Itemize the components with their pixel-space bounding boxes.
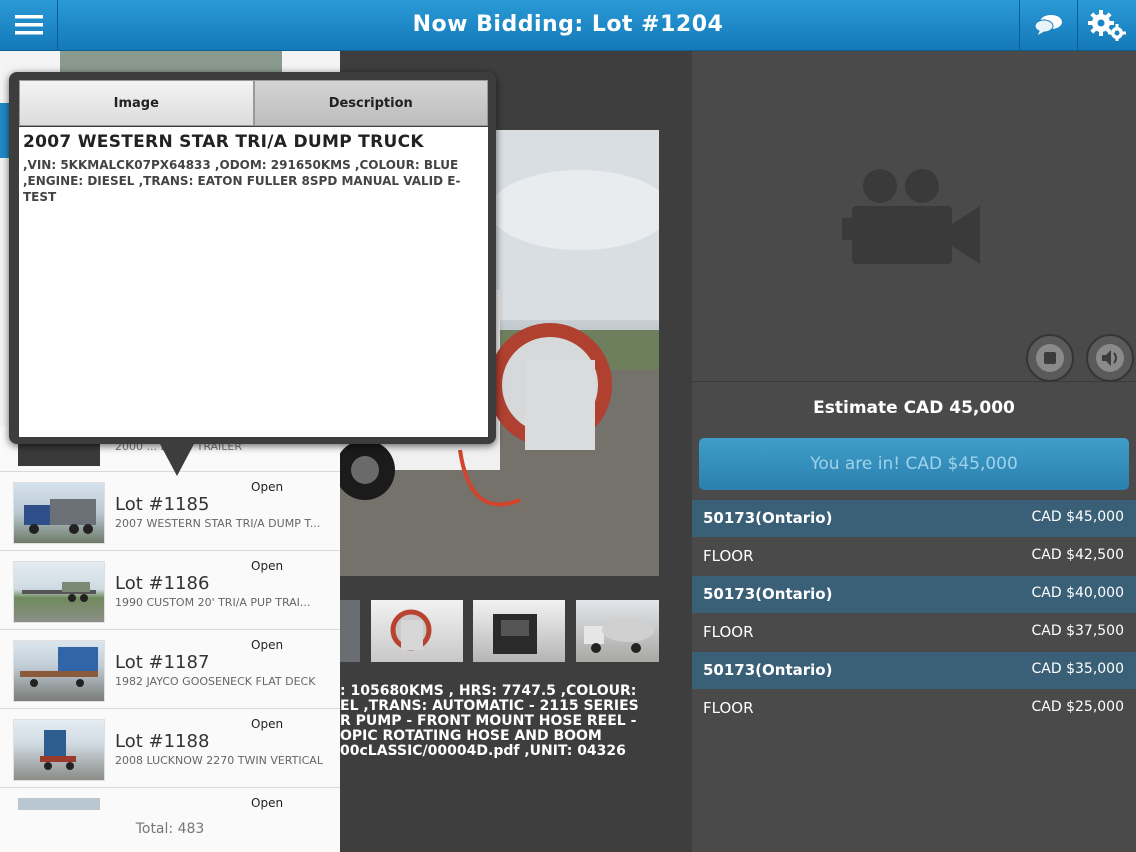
- photo-thumbnail[interactable]: [371, 600, 463, 662]
- list-item[interactable]: Open Lot #1186 1990 CUSTOM 20' TRI/A PUP…: [0, 551, 340, 630]
- lot-number: Lot #1186: [115, 573, 210, 594]
- lot-description: 2008 LUCKNOW 2270 TWIN VERTICAL: [115, 754, 323, 767]
- chat-icon: [1034, 15, 1062, 35]
- lot-description-text: : 105680KMS , HRS: 7747.5 ,COLOUR: EL ,T…: [340, 684, 639, 759]
- list-total: Total: 483: [135, 821, 205, 837]
- volume-icon: [1096, 344, 1124, 372]
- bidder-name: FLOOR: [703, 623, 754, 641]
- lot-title: 2007 WESTERN STAR TRI/A DUMP TRUCK: [23, 132, 424, 152]
- page-title: Now Bidding: Lot #1204: [412, 12, 724, 37]
- lot-status: Open: [251, 559, 284, 573]
- gear-icon: [1087, 10, 1126, 41]
- popover-content: 2007 WESTERN STAR TRI/A DUMP TRUCK ,VIN:…: [19, 127, 488, 437]
- lot-number: Lot #1188: [115, 731, 210, 752]
- bid-row: FLOOR CAD $37,500: [692, 614, 1136, 651]
- bid-amount: CAD $45,000: [1031, 509, 1124, 525]
- stop-icon: [1036, 344, 1064, 372]
- lot-description: 2007 WESTERN STAR TRI/A DUMP T...: [115, 517, 321, 530]
- lot-status: Open: [251, 717, 284, 731]
- video-area: [692, 51, 1136, 381]
- lot-status: Open: [251, 638, 284, 652]
- bid-row: FLOOR CAD $42,500: [692, 538, 1136, 575]
- lot-description: 1982 JAYCO GOOSENECK FLAT DECK: [115, 675, 316, 688]
- bidder-name: FLOOR: [703, 547, 754, 565]
- lot-thumbnail: [13, 640, 105, 702]
- lot-thumbnail: [13, 719, 105, 781]
- tab-image[interactable]: Image: [19, 80, 254, 126]
- list-item[interactable]: Open Lot #1187 1982 JAYCO GOOSENECK FLAT…: [0, 630, 340, 709]
- video-camera-icon: [842, 169, 980, 264]
- bid-amount: CAD $35,000: [1031, 661, 1124, 677]
- bidder-name: 50173(Ontario): [703, 509, 833, 527]
- volume-button[interactable]: [1086, 334, 1134, 382]
- lot-number: Lot #1185: [115, 494, 210, 515]
- stop-button[interactable]: [1026, 334, 1074, 382]
- bid-amount: CAD $37,500: [1031, 623, 1124, 639]
- bidder-name: 50173(Ontario): [703, 661, 833, 679]
- list-item[interactable]: Open Lot #1185 2007 WESTERN STAR TRI/A D…: [0, 472, 340, 551]
- bid-amount: CAD $40,000: [1031, 585, 1124, 601]
- top-bar: Now Bidding: Lot #1204: [0, 0, 1136, 51]
- photo-thumbnail[interactable]: [340, 600, 360, 662]
- bidder-name: 50173(Ontario): [703, 585, 833, 603]
- chat-button[interactable]: [1019, 0, 1077, 50]
- list-thumbnail-partial: [60, 51, 282, 73]
- photo-thumbnail[interactable]: [576, 600, 659, 662]
- bid-amount: CAD $25,000: [1031, 699, 1124, 715]
- lot-details-text: ,VIN: 5KKMALCK07PX64833 ,ODOM: 291650KMS…: [23, 158, 461, 204]
- lot-status: Open: [251, 480, 284, 494]
- popover-tabs: Image Description: [19, 80, 488, 126]
- lot-number: Lot #1187: [115, 652, 210, 673]
- lot-thumbnail: [13, 482, 105, 544]
- popover-pointer: [160, 444, 194, 476]
- list-item[interactable]: Open Lot #1188 2008 LUCKNOW 2270 TWIN VE…: [0, 709, 340, 788]
- bid-row: FLOOR CAD $25,000: [692, 690, 1136, 727]
- bid-button[interactable]: You are in! CAD $45,000: [699, 438, 1129, 490]
- lot-thumbnail: [18, 798, 100, 810]
- estimate-label: Estimate CAD 45,000: [813, 398, 1015, 418]
- lot-status: Open: [251, 796, 284, 810]
- bid-row: 50173(Ontario) CAD $45,000: [692, 500, 1136, 537]
- settings-button[interactable]: [1077, 0, 1135, 50]
- bidder-name: FLOOR: [703, 699, 754, 717]
- divider: [692, 381, 1136, 382]
- photo-thumbnail[interactable]: [473, 600, 565, 662]
- lot-details-popover: Image Description 2007 WESTERN STAR TRI/…: [9, 72, 496, 444]
- list-item[interactable]: Open: [0, 788, 340, 852]
- lot-description: 1990 CUSTOM 20' TRI/A PUP TRAI...: [115, 596, 311, 609]
- bid-row: 50173(Ontario) CAD $35,000: [692, 652, 1136, 689]
- bid-amount: CAD $42,500: [1031, 547, 1124, 563]
- bid-row: 50173(Ontario) CAD $40,000: [692, 576, 1136, 613]
- tab-description[interactable]: Description: [253, 80, 488, 126]
- lot-thumbnail: [13, 561, 105, 623]
